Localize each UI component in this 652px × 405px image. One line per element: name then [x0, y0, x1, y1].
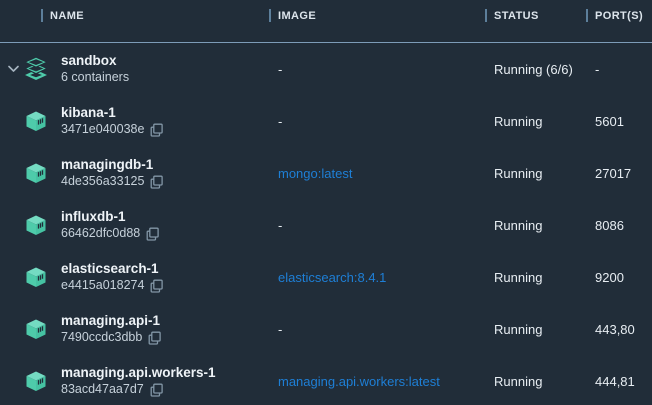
container-icon: [25, 108, 47, 134]
container-id: 7490ccdc3dbb: [61, 329, 142, 346]
name-cell: sandbox 6 containers: [0, 43, 269, 95]
ports-text: 444,81: [586, 374, 652, 389]
column-header-ports[interactable]: PORT(S): [586, 9, 652, 22]
table-row[interactable]: managing.api-1 7490ccdc3dbb - Running 44…: [0, 303, 652, 355]
container-id: 66462dfc0d88: [61, 225, 140, 242]
container-id: 83acd47aa7d7: [61, 381, 144, 398]
ports-text: 9200: [586, 270, 652, 285]
image-link: -: [269, 322, 485, 337]
name-cell: managing.api-1 7490ccdc3dbb: [0, 303, 269, 355]
table-row[interactable]: managing.api.workers-1 83acd47aa7d7 mana…: [0, 355, 652, 405]
name-cell: managing.api.workers-1 83acd47aa7d7: [0, 355, 269, 405]
ports-text: 443,80: [586, 322, 652, 337]
table-header: NAME IMAGE STATUS PORT(S): [0, 0, 652, 43]
name-cell: managingdb-1 4de356a33125: [0, 147, 269, 199]
container-icon: [25, 368, 47, 394]
column-header-status[interactable]: STATUS: [485, 9, 586, 22]
name-wrap: managing.api.workers-1 83acd47aa7d7: [61, 355, 269, 398]
copy-icon[interactable]: [148, 331, 161, 345]
ports-text: 27017: [586, 166, 652, 181]
status-text: Running: [485, 270, 586, 285]
image-link: -: [269, 62, 485, 77]
table-body: sandbox 6 containers - Running (6/6) -: [0, 43, 652, 405]
copy-icon[interactable]: [150, 175, 163, 189]
status-text: Running: [485, 166, 586, 181]
name-wrap: influxdb-1 66462dfc0d88: [61, 199, 269, 242]
column-header-name[interactable]: NAME: [0, 9, 269, 22]
container-icon: [25, 316, 47, 342]
name-wrap: managingdb-1 4de356a33125: [61, 147, 269, 190]
name-wrap: managing.api-1 7490ccdc3dbb: [61, 303, 269, 346]
column-header-status-label: STATUS: [494, 10, 539, 22]
column-header-name-label: NAME: [50, 10, 84, 22]
status-text: Running: [485, 218, 586, 233]
name-cell: kibana-1 3471e040038e: [0, 95, 269, 147]
table-row[interactable]: sandbox 6 containers - Running (6/6) -: [0, 43, 652, 95]
image-link[interactable]: mongo:latest: [269, 166, 485, 181]
container-name: managingdb-1: [61, 156, 269, 173]
status-text: Running: [485, 114, 586, 129]
container-name: managing.api-1: [61, 312, 269, 329]
column-divider: [586, 9, 588, 22]
stack-icon: [25, 56, 47, 82]
image-link[interactable]: managing.api.workers:latest: [269, 374, 485, 389]
container-id: 4de356a33125: [61, 173, 144, 190]
copy-icon[interactable]: [150, 123, 163, 137]
name-wrap: kibana-1 3471e040038e: [61, 95, 269, 138]
column-header-image[interactable]: IMAGE: [269, 9, 485, 22]
copy-icon[interactable]: [150, 279, 163, 293]
chevron-down-icon[interactable]: [8, 66, 19, 73]
column-divider: [269, 9, 271, 22]
container-icon: [25, 160, 47, 186]
table-row[interactable]: kibana-1 3471e040038e - Running 5601: [0, 95, 652, 147]
copy-icon[interactable]: [146, 227, 159, 241]
ports-text: 8086: [586, 218, 652, 233]
name-cell: elasticsearch-1 e4415a018274: [0, 251, 269, 303]
image-link: -: [269, 218, 485, 233]
container-id: e4415a018274: [61, 277, 144, 294]
column-header-ports-label: PORT(S): [595, 10, 643, 22]
container-icon: [25, 264, 47, 290]
container-name: sandbox: [61, 52, 269, 69]
name-wrap: elasticsearch-1 e4415a018274: [61, 251, 269, 294]
table-row[interactable]: influxdb-1 66462dfc0d88 - Running 8086: [0, 199, 652, 251]
container-icon: [25, 212, 47, 238]
name-cell: influxdb-1 66462dfc0d88: [0, 199, 269, 251]
container-name: elasticsearch-1: [61, 260, 269, 277]
container-id: 6 containers: [61, 69, 129, 86]
ports-text: -: [586, 62, 652, 77]
ports-text: 5601: [586, 114, 652, 129]
container-id: 3471e040038e: [61, 121, 144, 138]
name-wrap: sandbox 6 containers: [61, 43, 269, 86]
table-row[interactable]: managingdb-1 4de356a33125 mongo:latest R…: [0, 147, 652, 199]
column-divider: [485, 9, 487, 22]
column-header-image-label: IMAGE: [278, 10, 316, 22]
container-name: managing.api.workers-1: [61, 364, 269, 381]
status-text: Running: [485, 322, 586, 337]
status-text: Running (6/6): [485, 62, 586, 77]
image-link: -: [269, 114, 485, 129]
image-link[interactable]: elasticsearch:8.4.1: [269, 270, 485, 285]
status-text: Running: [485, 374, 586, 389]
copy-icon[interactable]: [150, 383, 163, 397]
column-divider: [41, 9, 43, 22]
table-row[interactable]: elasticsearch-1 e4415a018274 elasticsear…: [0, 251, 652, 303]
container-name: influxdb-1: [61, 208, 269, 225]
container-name: kibana-1: [61, 104, 269, 121]
containers-table: NAME IMAGE STATUS PORT(S): [0, 0, 652, 405]
